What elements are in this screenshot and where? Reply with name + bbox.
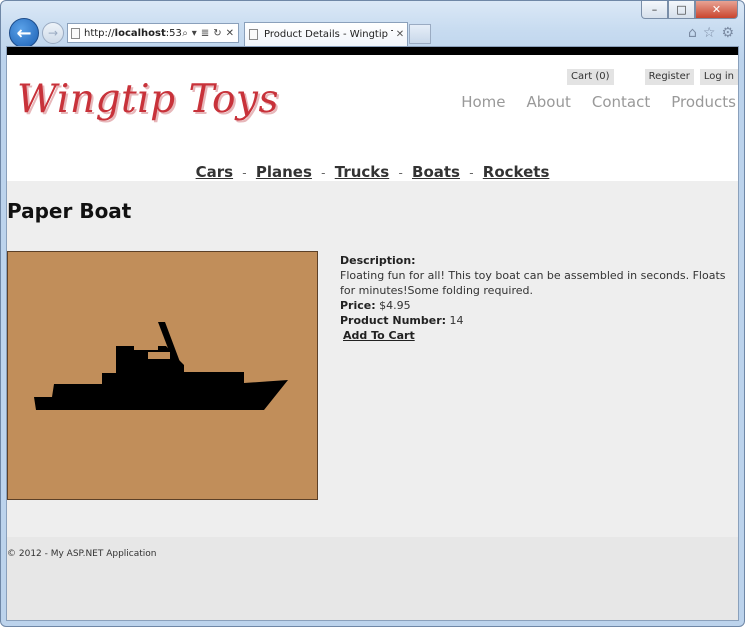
separator: - — [398, 166, 403, 180]
tab-close-icon[interactable]: ✕ — [393, 29, 407, 40]
nav-products[interactable]: Products — [671, 93, 736, 111]
description-text: Floating fun for all! This toy boat can … — [340, 269, 726, 297]
separator: - — [242, 166, 247, 180]
address-url[interactable]: http://localhost:53 — [84, 28, 182, 39]
close-window-button[interactable]: ✕ — [695, 1, 738, 19]
address-tools: ⌕ ▾ ≣ ↻ ✕ — [182, 28, 238, 39]
window-controls: – □ ✕ — [641, 1, 738, 19]
forward-arrow-icon: → — [47, 26, 59, 40]
product-details: Paper Boat Description: Floating fun for… — [7, 181, 738, 537]
page-viewport: Wingtip Toys Cart (0) Register Log in Ho… — [6, 46, 739, 621]
register-link[interactable]: Register — [644, 69, 694, 85]
product-number-value: 14 — [449, 314, 464, 327]
category-rockets[interactable]: Rockets — [483, 163, 550, 181]
boat-silhouette-icon — [34, 322, 288, 410]
url-port: :53 — [165, 27, 182, 39]
product-number-label: Product Number: — [340, 314, 447, 327]
separator: - — [321, 166, 326, 180]
nav-about[interactable]: About — [527, 93, 571, 111]
login-link[interactable]: Log in — [699, 69, 738, 85]
url-host: localhost — [114, 27, 166, 39]
product-image — [7, 251, 318, 500]
forward-button[interactable]: → — [42, 22, 64, 44]
description-label: Description: — [340, 254, 416, 267]
product-number-row: Product Number: 14 — [340, 313, 735, 328]
minimize-button[interactable]: – — [641, 1, 668, 19]
category-cars[interactable]: Cars — [196, 163, 233, 181]
back-arrow-icon: ← — [16, 22, 32, 44]
category-boats[interactable]: Boats — [412, 163, 460, 181]
site-header: Wingtip Toys Cart (0) Register Log in Ho… — [7, 55, 738, 181]
new-tab-button[interactable] — [409, 24, 431, 44]
restore-button[interactable]: □ — [668, 1, 695, 19]
add-to-cart-link[interactable]: Add To Cart — [343, 329, 415, 342]
cart-link[interactable]: Cart (0) — [567, 69, 614, 85]
category-nav: Cars - Planes - Trucks - Boats - Rockets — [7, 163, 738, 181]
footer-copyright: © 2012 - My ASP.NET Application — [7, 549, 157, 559]
price-label: Price: — [340, 299, 376, 312]
stop-icon[interactable]: ✕ — [226, 28, 234, 39]
product-info: Description: Floating fun for all! This … — [340, 253, 735, 343]
settings-gear-icon[interactable]: ⚙ — [721, 25, 734, 41]
tab-title: Product Details - Wingtip T... — [264, 29, 393, 40]
search-icon[interactable]: ⌕ — [182, 28, 188, 39]
site-footer: © 2012 - My ASP.NET Application — [7, 537, 738, 620]
refresh-icon[interactable]: ↻ — [213, 28, 221, 39]
home-icon[interactable]: ⌂ — [688, 25, 697, 41]
browser-toolbar-icons: ⌂ ☆ ⚙ — [688, 25, 734, 41]
top-black-bar — [7, 47, 738, 55]
page-icon — [71, 27, 80, 39]
separator: - — [469, 166, 474, 180]
tab-page-icon — [249, 29, 258, 40]
main-nav: Home About Contact Products — [461, 93, 736, 111]
url-scheme: http:// — [84, 27, 115, 39]
nav-home[interactable]: Home — [461, 93, 505, 111]
login-area: Register Log in — [644, 69, 738, 85]
nav-contact[interactable]: Contact — [592, 93, 650, 111]
category-trucks[interactable]: Trucks — [335, 163, 389, 181]
site-logo[interactable]: Wingtip Toys — [17, 77, 279, 122]
dropdown-icon[interactable]: ▾ — [192, 28, 197, 39]
category-planes[interactable]: Planes — [256, 163, 312, 181]
price-value: $4.95 — [379, 299, 411, 312]
compatibility-icon[interactable]: ≣ — [201, 28, 209, 39]
back-button[interactable]: ← — [9, 18, 39, 48]
browser-window: – □ ✕ ← → http://localhost:53 ⌕ ▾ ≣ ↻ ✕ … — [0, 0, 745, 627]
tab-product-details[interactable]: Product Details - Wingtip T... ✕ — [244, 22, 408, 46]
address-bar[interactable]: http://localhost:53 ⌕ ▾ ≣ ↻ ✕ — [67, 23, 239, 43]
product-title: Paper Boat — [7, 199, 132, 223]
price-row: Price: $4.95 — [340, 298, 735, 313]
favorites-star-icon[interactable]: ☆ — [703, 25, 716, 41]
